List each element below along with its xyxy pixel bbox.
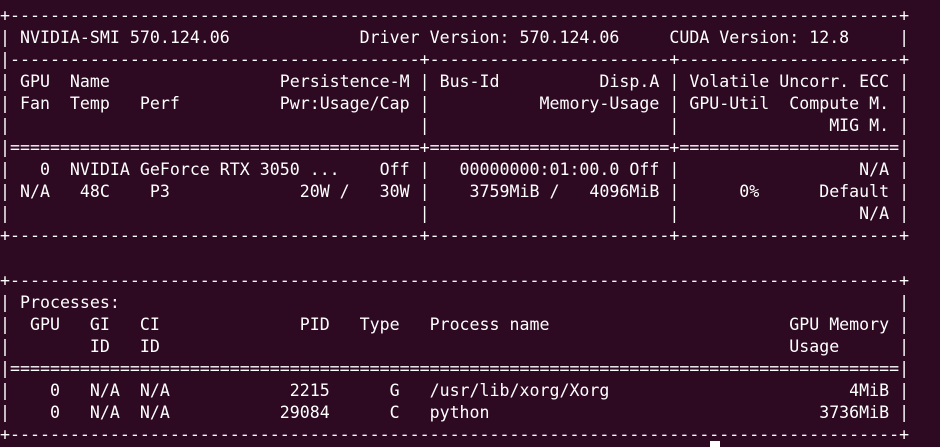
gpu-column-header-1: | GPU Name Persistence-M | Bus-Id Disp.A… — [0, 72, 910, 92]
processes-column-header-2: | ID ID Usage | — [0, 336, 910, 356]
processes-header-separator: |=======================================… — [0, 358, 910, 378]
process-row-python: | 0 N/A N/A 29084 C python 3736MiB | — [0, 402, 910, 422]
table-top-border: +---------------------------------------… — [0, 6, 910, 25]
gpu-column-header-3: | | | MIG M. | — [0, 116, 910, 136]
gpu-column-header-2: | Fan Temp Perf Pwr:Usage/Cap | Memory-U… — [0, 94, 910, 114]
smi-header-line: | NVIDIA-SMI 570.124.06 Driver Version: … — [0, 28, 910, 48]
processes-bottom-border: +---------------------------------------… — [0, 424, 910, 444]
gpu-section-bottom-border: +---------------------------------------… — [0, 226, 910, 246]
text-cursor — [710, 441, 720, 447]
processes-title: | Processes: | — [0, 292, 910, 312]
process-row-xorg: | 0 N/A N/A 2215 G /usr/lib/xorg/Xorg 4M… — [0, 380, 910, 400]
terminal-window[interactable]: +---------------------------------------… — [0, 0, 940, 447]
gpu-header-separator: |=======================================… — [0, 138, 910, 158]
gpu-row-3: | | | N/A | — [0, 204, 910, 224]
processes-column-header-1: | GPU GI CI PID Type Process name GPU Me… — [0, 314, 910, 334]
gpu-row-2: | N/A 48C P3 20W / 30W | 3759MiB / 4096M… — [0, 182, 910, 202]
gpu-section-border: |---------------------------------------… — [0, 50, 910, 70]
gpu-row-1: | 0 NVIDIA GeForce RTX 3050 ... Off | 00… — [0, 160, 910, 180]
processes-top-border: +---------------------------------------… — [0, 270, 910, 290]
